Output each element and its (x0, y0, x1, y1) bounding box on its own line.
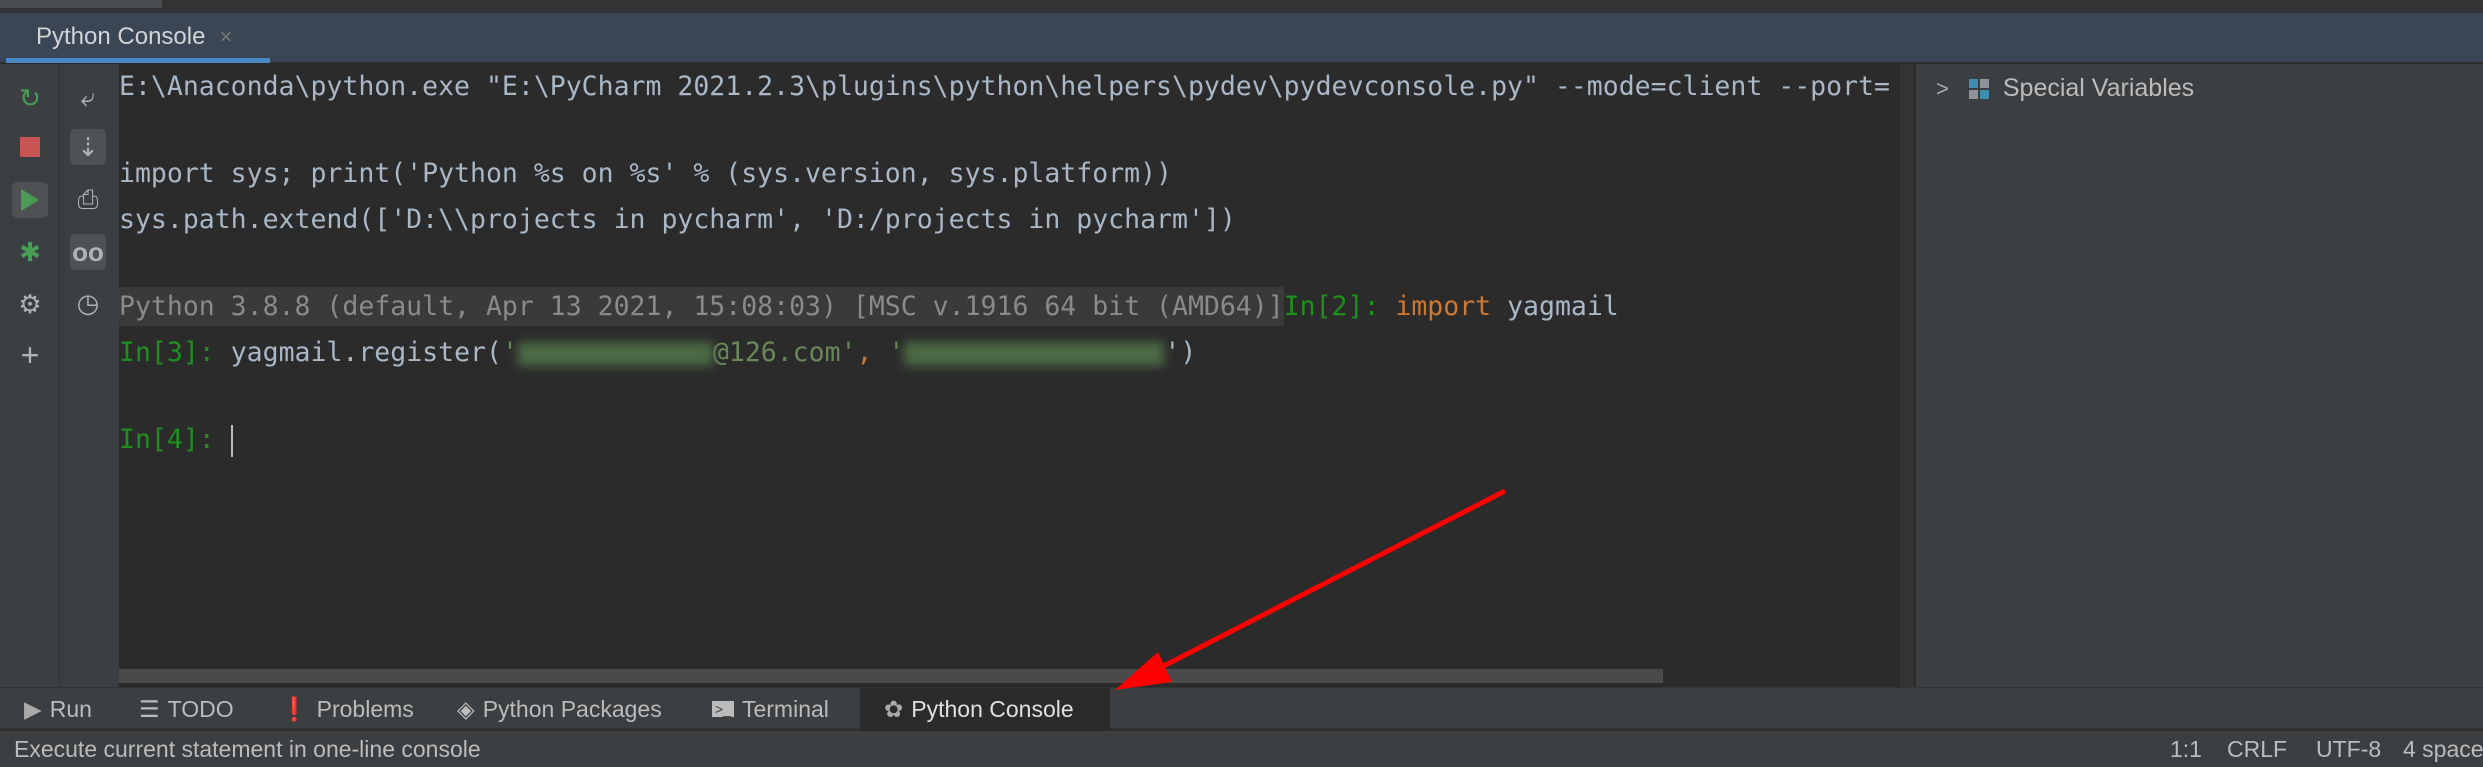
arrow-shaft (1148, 488, 1507, 676)
arrow-head (1115, 652, 1172, 690)
annotation-arrow (1115, 488, 1507, 690)
